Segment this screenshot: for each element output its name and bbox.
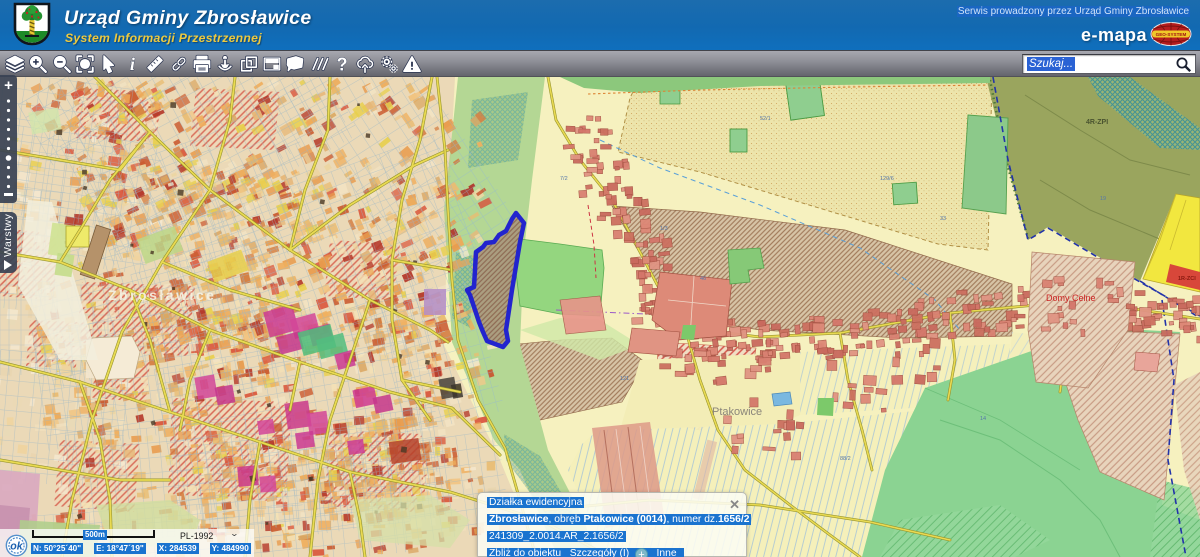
svg-text:Zbrosławice: Zbrosławice <box>108 287 216 303</box>
svg-text:i: i <box>130 54 135 74</box>
svg-text:GEO-SYSTEM: GEO-SYSTEM <box>1156 32 1187 37</box>
svg-text:121: 121 <box>620 376 629 382</box>
svg-text:46: 46 <box>700 276 706 282</box>
svg-text:1R-ZCI: 1R-ZCI <box>1178 276 1196 282</box>
svg-text:129/6: 129/6 <box>880 176 894 182</box>
svg-text:?: ? <box>336 54 347 74</box>
svg-text:Domy Celne: Domy Celne <box>1046 293 1096 303</box>
svg-text:33: 33 <box>940 216 946 222</box>
svg-text:14: 14 <box>980 416 986 422</box>
svg-text:1/3: 1/3 <box>660 226 668 232</box>
svg-text:88/2: 88/2 <box>840 456 851 462</box>
svg-text:ok: ok <box>10 540 23 552</box>
svg-text:7/2: 7/2 <box>560 176 568 182</box>
svg-text:Ptakowice: Ptakowice <box>712 406 762 418</box>
svg-text:4R-ZPI: 4R-ZPI <box>1086 119 1108 126</box>
svg-text:19: 19 <box>1100 196 1106 202</box>
svg-text:52/1: 52/1 <box>760 116 771 122</box>
